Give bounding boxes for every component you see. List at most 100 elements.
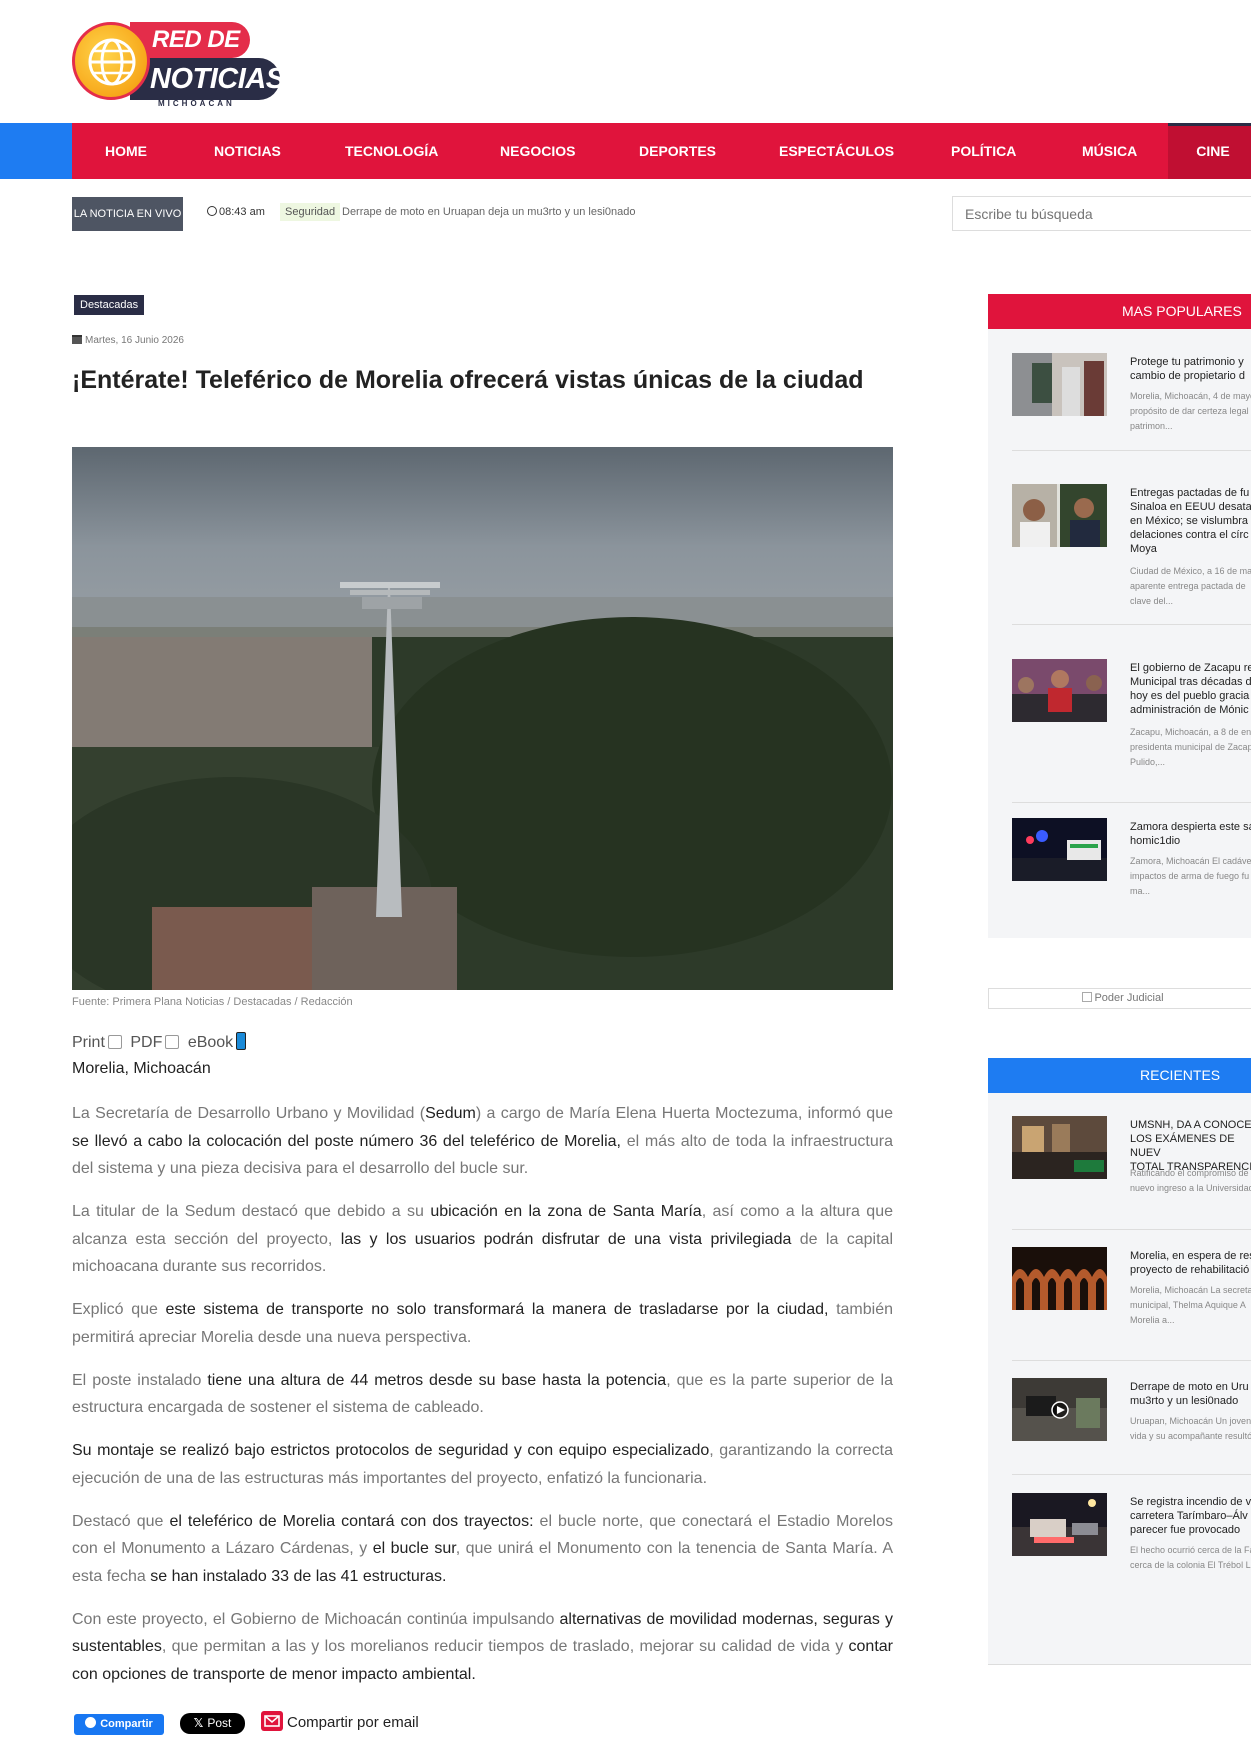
text: , que permitan a las y los morelianos re…: [161, 1638, 849, 1655]
recent-title[interactable]: Se registra incendio de v carretera Tarí…: [1130, 1495, 1251, 1537]
recent-header: RECIENTES: [988, 1058, 1251, 1093]
divider: [1012, 1229, 1251, 1230]
popular-thumbnail: [1012, 353, 1107, 416]
pdf-label: PDF: [130, 1034, 163, 1051]
nav-item-noticias[interactable]: NOTICIAS: [214, 123, 281, 179]
nav-item-deportes[interactable]: DEPORTES: [639, 123, 716, 179]
recent-thumbnail: [1012, 1247, 1107, 1310]
pdf-link[interactable]: PDF: [130, 1034, 183, 1051]
text: La Secretaría de Desarrollo Urbano y Mov…: [72, 1105, 426, 1122]
popular-header: MAS POPULARES: [988, 294, 1251, 329]
emphasis: ubicación en la zona de Santa María: [430, 1203, 702, 1220]
popular-thumbnail: [1012, 818, 1107, 881]
recent-title[interactable]: Derrape de moto en Uru mu3rto y un lesi0…: [1130, 1380, 1251, 1408]
popular-title[interactable]: Entregas pactadas de fu Sinaloa en EEUU …: [1130, 486, 1251, 556]
recent-excerpt: Ratificando el compromiso de nuevo ingre…: [1130, 1168, 1251, 1193]
phone-icon: [236, 1032, 247, 1050]
facebook-icon: [85, 1717, 97, 1728]
search-input[interactable]: [952, 196, 1251, 231]
popular-title[interactable]: Protege tu patrimonio y cambio de propie…: [1130, 355, 1251, 383]
article-tools: Print PDF eBook: [72, 1032, 250, 1052]
emphasis: se han instalado 33 de las 41 estructura…: [150, 1567, 447, 1585]
print-link[interactable]: Print: [72, 1034, 126, 1051]
recent-excerpt: Uruapan, Michoacán Un joven vida y su ac…: [1130, 1416, 1251, 1441]
text: Explicó que: [72, 1301, 166, 1318]
ticker-time-text: 08:43 am: [219, 206, 265, 218]
divider: [1012, 1360, 1251, 1361]
recent-thumbnail: [1012, 1493, 1107, 1556]
x-icon: 𝕏: [193, 1716, 204, 1730]
emphasis: se llevó a cabo la colocación del poste …: [72, 1132, 621, 1150]
article-body: La Secretaría de Desarrollo Urbano y Mov…: [72, 1100, 893, 1704]
article-date-text: Martes, 16 Junio 2026: [85, 335, 184, 346]
emphasis: tiene una altura de 44 metros desde su b…: [207, 1371, 667, 1389]
nav-item-espectaculos[interactable]: ESPECTÁCULOS: [779, 123, 894, 179]
text: ) a cargo de María Elena Huerta Moctezum…: [475, 1105, 893, 1122]
text: Destacó que: [72, 1512, 170, 1530]
paragraph-1: La Secretaría de Desarrollo Urbano y Mov…: [72, 1100, 893, 1183]
clock-icon: [207, 206, 217, 216]
article-title: ¡Entérate! Teleférico de Morelia ofrecer…: [72, 366, 864, 394]
emphasis: Su montaje se realizó bajo estrictos pro…: [72, 1442, 710, 1459]
recent-title[interactable]: Morelia, en espera de res proyecto de re…: [1130, 1249, 1251, 1277]
x-post-label: Post: [207, 1716, 232, 1730]
popular-excerpt: Morelia, Michoacán, 4 de mayo propósito …: [1130, 391, 1251, 431]
paragraph-4: El poste instalado tiene una altura de 4…: [72, 1367, 893, 1422]
recent-thumbnail: [1012, 1116, 1107, 1179]
paragraph-6: Destacó que el teleférico de Morelia con…: [72, 1508, 893, 1591]
site-logo[interactable]: RED DE NOTICIAS MICHOACÁN: [70, 18, 285, 110]
text: El poste instalado: [72, 1371, 208, 1389]
recent-thumbnail: [1012, 1378, 1107, 1441]
broken-image-icon: [1082, 992, 1093, 1002]
nav-item-negocios[interactable]: NEGOCIOS: [500, 123, 575, 179]
divider: [1012, 802, 1251, 803]
emphasis: el bucle sur: [372, 1540, 456, 1557]
paragraph-7: Con este proyecto, el Gobierno de Michoa…: [72, 1606, 893, 1689]
mail-icon: [261, 1711, 283, 1731]
facebook-share-button[interactable]: Compartir: [74, 1714, 164, 1735]
document-icon: [165, 1035, 180, 1049]
ebook-link[interactable]: eBook: [187, 1032, 250, 1051]
nav-item-cine[interactable]: CINE: [1168, 123, 1251, 179]
ebook-label: eBook: [187, 1034, 234, 1051]
popular-excerpt: Ciudad de México, a 16 de may aparente e…: [1130, 566, 1251, 606]
popular-thumbnail: [1012, 659, 1107, 722]
banner-alt-text: Poder Judicial: [1094, 992, 1164, 1004]
nav-item-musica[interactable]: MÚSICA: [1082, 123, 1137, 179]
facebook-share-label: Compartir: [100, 1718, 153, 1730]
divider: [1012, 624, 1251, 625]
nav-accent-bar: [0, 123, 72, 179]
hero-image: [72, 447, 893, 990]
logo-subtitle: MICHOACÁN: [158, 99, 235, 108]
logo-line-2: NOTICIAS: [130, 58, 285, 100]
print-label: Print: [72, 1034, 105, 1051]
globe-icon: [72, 22, 150, 100]
text: Con este proyecto, el Gobierno de Michoa…: [72, 1610, 560, 1628]
popular-thumbnail: [1012, 484, 1107, 547]
ticker-category[interactable]: Seguridad: [280, 203, 341, 221]
popular-title[interactable]: Zamora despierta este sá homic1dio: [1130, 820, 1251, 848]
category-tag[interactable]: Destacadas: [74, 295, 145, 315]
ticker-time: 08:43 am: [207, 206, 265, 218]
emphasis: Sedum: [425, 1105, 476, 1122]
popular-excerpt: Zamora, Michoacán El cadáve impactos de …: [1130, 856, 1251, 896]
article-date: Martes, 16 Junio 2026: [72, 335, 184, 346]
popular-title[interactable]: El gobierno de Zacapu re Municipal tras …: [1130, 661, 1251, 717]
live-news-label: LA NOTICIA EN VIVO: [72, 197, 183, 231]
email-share-link[interactable]: Compartir por email: [261, 1711, 419, 1731]
poder-judicial-banner[interactable]: Poder Judicial: [988, 988, 1251, 1009]
emphasis: este sistema de transporte no solo trans…: [165, 1301, 829, 1318]
ticker-headline[interactable]: Derrape de moto en Uruapan deja un mu3rt…: [342, 206, 636, 218]
printer-icon: [107, 1035, 122, 1049]
x-post-button[interactable]: 𝕏 Post: [180, 1713, 245, 1734]
nav-item-tecnologia[interactable]: TECNOLOGÍA: [345, 123, 438, 179]
emphasis: el teleférico de Morelia contará con dos…: [169, 1512, 534, 1530]
paragraph-3: Explicó que este sistema de transporte n…: [72, 1296, 893, 1351]
article-location: Morelia, Michoacán: [72, 1060, 211, 1077]
nav-item-home[interactable]: HOME: [105, 123, 147, 179]
nav-item-politica[interactable]: POLÍTICA: [951, 123, 1016, 179]
divider: [988, 1664, 1251, 1665]
paragraph-5: Su montaje se realizó bajo estrictos pro…: [72, 1437, 893, 1492]
image-caption: Fuente: Primera Plana Noticias / Destaca…: [72, 996, 353, 1008]
recent-excerpt: El hecho ocurrió cerca de la Fa cerca de…: [1130, 1545, 1251, 1570]
